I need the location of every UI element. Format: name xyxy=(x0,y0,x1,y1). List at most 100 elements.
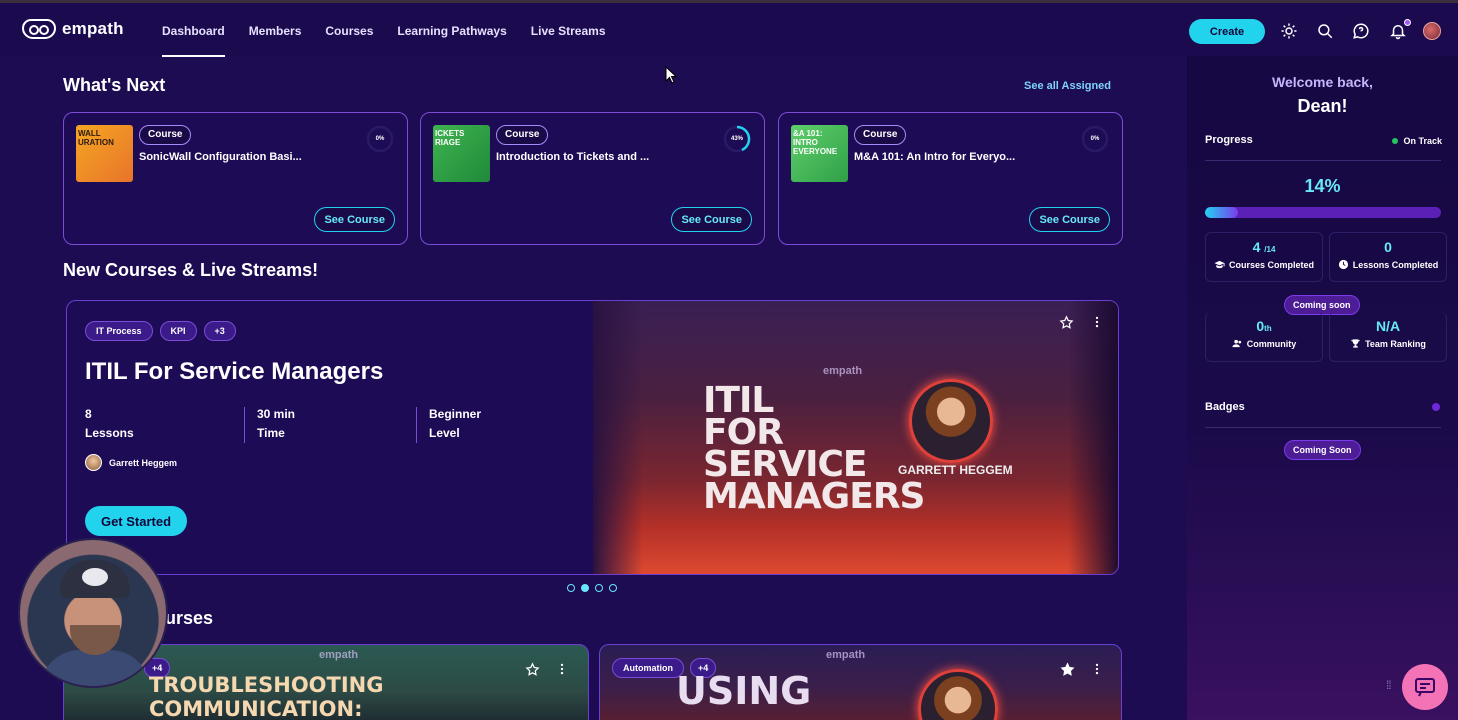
progress-sidebar: Welcome back, Dean! Progress On Track 14… xyxy=(1187,56,1458,720)
user-name: Dean! xyxy=(1297,96,1348,116)
courses-heading: urses xyxy=(165,608,214,628)
whats-next-heading: What's Next xyxy=(63,75,166,95)
tag-pill[interactable]: +3 xyxy=(203,321,236,341)
nav-link-dashboard[interactable]: Dashboard xyxy=(150,3,237,59)
carousel-dot-active[interactable] xyxy=(581,584,589,592)
progress-percent: 43% xyxy=(730,136,743,142)
course-tag: Course xyxy=(496,125,549,145)
mouse-cursor-icon xyxy=(665,66,677,84)
stat-label: Time xyxy=(257,426,285,440)
more-options-icon[interactable] xyxy=(1088,313,1106,331)
trophy-icon xyxy=(1351,339,1360,348)
stat-label: Lessons xyxy=(85,426,134,440)
image-title-line: TROUBLESHOOTING xyxy=(149,673,384,697)
course-title: M&A 101: An Intro for Everyo... xyxy=(854,151,1016,163)
tag-pill[interactable]: IT Process xyxy=(85,321,153,341)
course-image-title: TROUBLESHOOTING COMMUNICATION: xyxy=(149,673,384,720)
stat-time: 30 min Time xyxy=(244,407,295,443)
community-rank-stat: 0th Community xyxy=(1205,312,1323,362)
stat-label-text: Courses Completed xyxy=(1228,259,1315,270)
thumbnail-text: &A 101: INTRO EVERYONE xyxy=(793,129,838,156)
sun-icon[interactable] xyxy=(1278,20,1300,42)
next-course-card[interactable]: WALL URATION Course SonicWall Configurat… xyxy=(63,112,408,245)
community-rank: 0 xyxy=(1256,318,1265,334)
image-title-line: COMMUNICATION: xyxy=(149,697,363,720)
progress-label: Progress xyxy=(1205,134,1253,146)
progress-percent: 0% xyxy=(375,136,385,142)
tag-pill[interactable]: Automation xyxy=(612,658,684,678)
course-title: SonicWall Configuration Basi... xyxy=(139,151,302,163)
search-icon[interactable] xyxy=(1314,20,1336,42)
courses-completed-stat: 4 /14 Courses Completed xyxy=(1205,232,1323,282)
nav-link-live-streams[interactable]: Live Streams xyxy=(519,3,618,59)
divider xyxy=(1205,160,1441,161)
get-started-button[interactable]: Get Started xyxy=(85,506,187,536)
graduation-cap-icon xyxy=(1214,260,1225,269)
carousel-dot[interactable] xyxy=(609,584,617,592)
status-badge: On Track xyxy=(1392,136,1442,146)
coming-soon-badge: Coming Soon xyxy=(1284,440,1361,460)
courses-total: /14 xyxy=(1264,245,1276,254)
brand-name: empath xyxy=(62,19,124,38)
chat-bubble-icon xyxy=(1415,678,1435,697)
see-all-assigned-link[interactable]: See all Assigned xyxy=(1024,80,1111,92)
stat-value: 8 xyxy=(85,407,92,421)
status-dot-icon xyxy=(1392,138,1399,144)
course-tag: Course xyxy=(139,125,192,145)
next-course-card[interactable]: &A 101: INTRO EVERYONE Course M&A 101: A… xyxy=(778,112,1123,245)
new-courses-heading: New Courses & Live Streams! xyxy=(63,260,319,280)
tag-pill[interactable]: KPI xyxy=(159,321,197,341)
more-options-icon[interactable] xyxy=(553,660,571,678)
lessons-completed-stat: 0 Lessons Completed xyxy=(1329,232,1447,282)
see-course-button[interactable]: See Course xyxy=(1029,207,1110,232)
favorite-star-icon[interactable] xyxy=(1058,660,1076,678)
create-button[interactable]: Create xyxy=(1189,19,1265,44)
presenter-photo xyxy=(918,669,998,720)
badges-indicator xyxy=(1432,403,1440,411)
nav-link-learning-pathways[interactable]: Learning Pathways xyxy=(385,3,518,59)
see-course-button[interactable]: See Course xyxy=(314,207,395,232)
drag-handle-icon[interactable]: ⁞⁞ xyxy=(1386,678,1392,692)
featured-course-card[interactable]: IT Process KPI +3 ITIL For Service Manag… xyxy=(66,300,1119,575)
stat-label-text: Lessons Completed xyxy=(1352,259,1439,270)
stat-label: Lessons Completed xyxy=(1330,259,1446,270)
badges-label: Badges xyxy=(1205,401,1245,413)
users-icon xyxy=(1232,339,1241,348)
presenter-photo xyxy=(909,379,993,463)
course-tags: IT Process KPI +3 xyxy=(85,321,236,341)
course-author[interactable]: Garrett Heggem xyxy=(85,454,177,471)
empath-logo-icon xyxy=(22,19,56,39)
course-card[interactable]: Automation +4 empath USING xyxy=(599,644,1122,720)
avatar[interactable] xyxy=(1423,22,1441,40)
progress-percent: 14% xyxy=(1304,176,1341,196)
top-navigation: empath Dashboard Members Courses Learnin… xyxy=(0,0,1458,59)
brand-logo[interactable]: empath xyxy=(22,19,124,39)
stat-label: Level xyxy=(429,426,460,440)
favorite-star-icon[interactable] xyxy=(1057,313,1075,331)
carousel-dot[interactable] xyxy=(595,584,603,592)
nav-link-members[interactable]: Members xyxy=(237,3,314,59)
webcam-shirt xyxy=(40,650,150,686)
image-shade xyxy=(1068,301,1118,574)
chat-icon[interactable] xyxy=(1350,20,1372,42)
community-rank-suffix: th xyxy=(1264,324,1272,333)
presenter-name: GARRETT HEGGEM xyxy=(898,463,1013,477)
next-course-card[interactable]: ICKETS RIAGE Course Introduction to Tick… xyxy=(420,112,765,245)
webcam-overlay xyxy=(18,538,168,688)
thumbnail-text: ICKETS RIAGE xyxy=(435,129,465,147)
stat-label: Courses Completed xyxy=(1206,259,1322,270)
nav-link-courses[interactable]: Courses xyxy=(313,3,385,59)
image-title-line: USING xyxy=(676,669,812,713)
carousel-dot[interactable] xyxy=(567,584,575,592)
see-course-button[interactable]: See Course xyxy=(671,207,752,232)
chat-support-button[interactable] xyxy=(1402,664,1448,710)
author-name: Garrett Heggem xyxy=(109,457,178,468)
stat-level: Beginner Level xyxy=(416,407,481,443)
team-ranking-stat: N/A Team Ranking xyxy=(1329,312,1447,362)
stat-value: 0th xyxy=(1206,318,1322,334)
author-avatar xyxy=(85,454,102,471)
more-options-icon[interactable] xyxy=(1088,660,1106,678)
stat-value: 30 min xyxy=(257,407,296,421)
image-brand-logo: empath xyxy=(319,649,359,661)
favorite-star-icon[interactable] xyxy=(523,660,541,678)
